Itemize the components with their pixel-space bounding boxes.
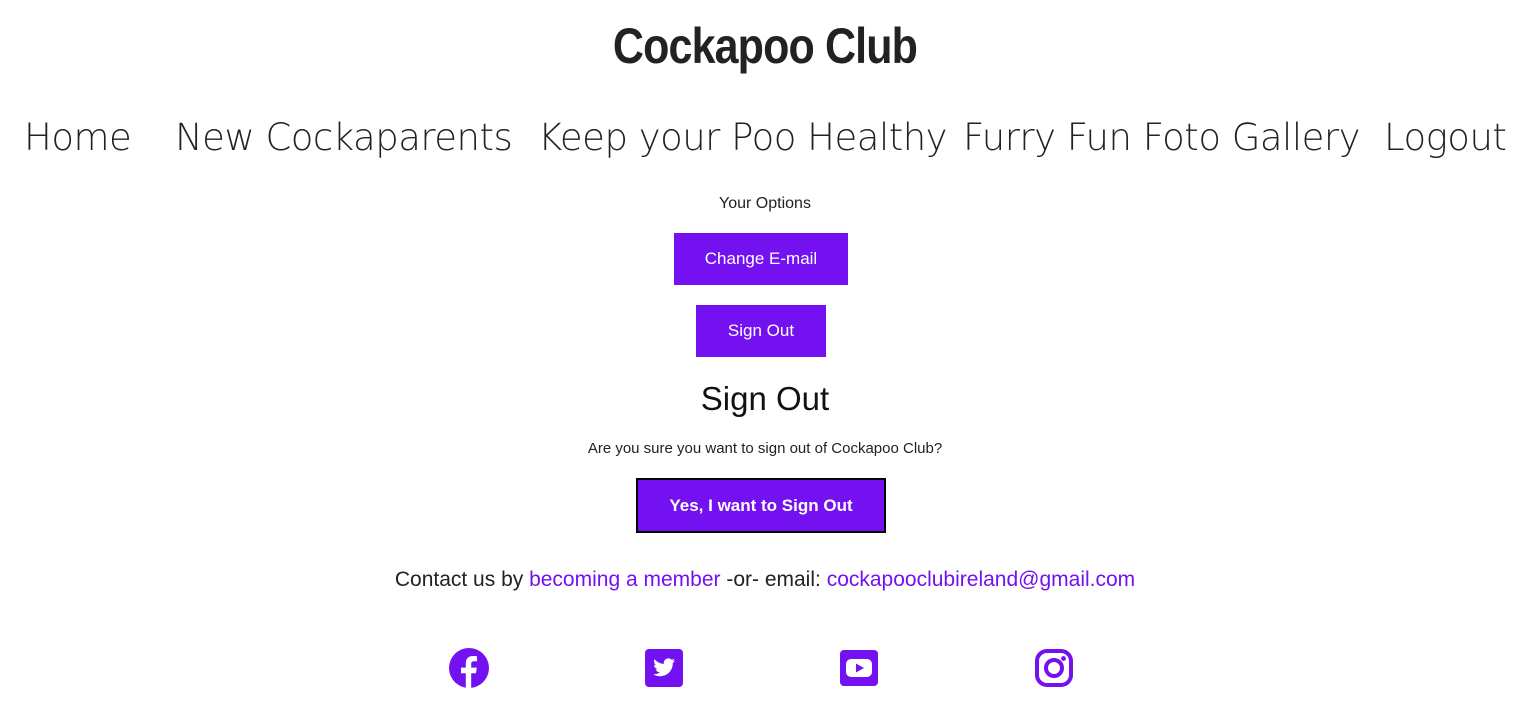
options-label: Your Options [719, 195, 811, 212]
contact-line: Contact us by becoming a member -or- ema… [0, 566, 1530, 594]
nav-item-logout[interactable]: Logout [1384, 112, 1507, 164]
nav-item-home[interactable]: Home [24, 112, 132, 164]
instagram-icon[interactable] [1032, 646, 1076, 690]
sign-out-question: Are you sure you want to sign out of Coc… [587, 440, 943, 457]
twitter-icon[interactable] [642, 646, 686, 690]
nav-item-foto-gallery[interactable]: Furry Fun Foto Gallery [963, 112, 1361, 164]
contact-prefix: Contact us by [394, 568, 530, 591]
confirm-sign-out-button[interactable]: Yes, I want to Sign Out [636, 478, 886, 533]
change-email-button[interactable]: Change E-mail [674, 233, 848, 285]
sign-out-heading: Sign Out [700, 380, 830, 417]
facebook-icon[interactable] [447, 646, 491, 690]
nav-item-new-cockaparents[interactable]: New Cockaparents [175, 112, 513, 164]
contact-middle: -or- email: [720, 568, 827, 591]
sign-out-option-button[interactable]: Sign Out [696, 305, 826, 357]
youtube-icon[interactable] [837, 646, 881, 690]
become-member-link[interactable]: becoming a member [529, 568, 720, 591]
main-nav: Home New Cockaparents Keep your Poo Heal… [0, 112, 1530, 168]
email-link[interactable]: cockapooclubireland@gmail.com [827, 568, 1135, 591]
nav-item-keep-healthy[interactable]: Keep your Poo Healthy [538, 112, 948, 164]
site-title: Cockapoo Club [612, 18, 918, 74]
